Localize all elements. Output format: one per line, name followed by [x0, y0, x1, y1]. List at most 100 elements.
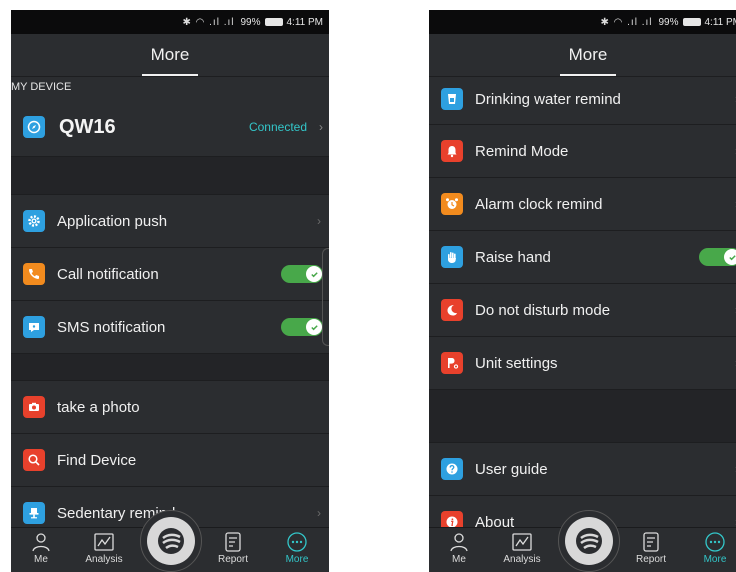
item-drinking-water[interactable]: Drinking water remind › — [429, 74, 736, 125]
battery-icon — [264, 18, 283, 26]
battery-icon — [682, 18, 701, 26]
person-icon — [450, 533, 468, 552]
device-row[interactable]: QW16 Connected › — [11, 98, 329, 157]
section-divider — [429, 390, 736, 443]
tab-me[interactable]: Me — [429, 531, 489, 565]
chevron-right-icon: › — [317, 506, 321, 520]
item-label: Remind Mode — [475, 142, 569, 160]
item-unit-settings[interactable]: Unit settings › — [429, 337, 736, 390]
search-icon — [23, 449, 45, 471]
tab-label: Analysis — [503, 554, 541, 565]
item-label: Alarm clock remind — [475, 195, 603, 213]
check-icon — [306, 319, 322, 335]
tab-analysis[interactable]: Analysis — [74, 531, 134, 565]
item-label: Do not disturb mode — [475, 301, 611, 319]
page-title: More — [150, 45, 190, 64]
tab-label: Report — [635, 554, 666, 565]
item-label: Find Device — [57, 451, 137, 469]
device-name: QW16 — [59, 115, 116, 138]
gear-icon — [23, 210, 45, 232]
tab-me[interactable]: Me — [11, 531, 71, 565]
report-icon — [643, 532, 659, 552]
page-title: More — [568, 45, 608, 64]
more-icon — [705, 532, 725, 552]
header: More — [11, 34, 329, 77]
item-label: Call notification — [57, 265, 159, 283]
tab-report[interactable]: Report — [203, 531, 263, 565]
hand-icon — [441, 246, 463, 268]
header: More — [429, 34, 736, 77]
check-icon — [306, 266, 322, 282]
compass-icon — [23, 116, 45, 138]
clock: 4:11 PM — [286, 16, 324, 28]
item-raise-hand: Raise hand — [429, 231, 736, 284]
tab-label: Me — [452, 554, 466, 565]
status-bar: ✱ ◠ .ıl .ıl 99% 4:11 PM — [429, 10, 736, 34]
tab-more[interactable]: More — [267, 531, 327, 565]
phone-screen-right: ✱ ◠ .ıl .ıl 99% 4:11 PM More Drinking wa… — [429, 10, 736, 572]
message-icon — [23, 316, 45, 338]
item-do-not-disturb[interactable]: Do not disturb mode › — [429, 284, 736, 337]
center-sync-button[interactable] — [140, 510, 202, 572]
item-remind-mode[interactable]: Remind Mode › — [429, 125, 736, 178]
chair-icon — [23, 502, 45, 524]
report-icon — [225, 532, 241, 552]
brand-logo-icon — [565, 517, 613, 565]
battery-percent: 99% — [240, 16, 261, 28]
item-label: Drinking water remind — [475, 90, 621, 108]
chart-icon — [512, 533, 532, 551]
cup-icon — [441, 88, 463, 110]
item-alarm-clock[interactable]: Alarm clock remind › — [429, 178, 736, 231]
item-label: User guide — [475, 460, 548, 478]
item-label: Application push — [57, 212, 168, 230]
item-sms-notification: SMS notification — [11, 301, 329, 354]
item-user-guide[interactable]: User guide › — [429, 443, 736, 496]
item-take-photo[interactable]: take a photo — [11, 381, 329, 434]
tab-label: Report — [217, 554, 248, 565]
item-label: SMS notification — [57, 318, 166, 336]
item-application-push[interactable]: Application push › — [11, 195, 329, 248]
signal-icon: ✱ ◠ .ıl .ıl — [600, 16, 653, 28]
sms-notification-toggle[interactable] — [281, 318, 323, 336]
tab-label: Analysis — [85, 554, 123, 565]
call-notification-toggle[interactable] — [281, 265, 323, 283]
item-label: Unit settings — [475, 354, 558, 372]
tab-label: More — [703, 554, 727, 565]
connection-status: Connected — [248, 120, 307, 134]
chart-icon — [94, 533, 114, 551]
clock: 4:11 PM — [704, 16, 736, 28]
center-sync-button[interactable] — [558, 510, 620, 572]
signal-icon: ✱ ◠ .ıl .ıl — [182, 16, 235, 28]
bottom-tab-bar: Me Analysis Report More — [429, 510, 736, 572]
check-icon — [724, 249, 736, 265]
edge-handle[interactable] — [322, 248, 329, 346]
section-divider — [11, 157, 329, 195]
tab-analysis[interactable]: Analysis — [492, 531, 552, 565]
section-label-my-device: MY DEVICE — [11, 81, 72, 93]
brand-logo-icon — [147, 517, 195, 565]
tab-label: Me — [34, 554, 48, 565]
status-bar: ✱ ◠ .ıl .ıl 99% 4:11 PM — [11, 10, 329, 34]
section-divider — [11, 354, 329, 381]
camera-icon — [23, 396, 45, 418]
tab-more[interactable]: More — [685, 531, 736, 565]
item-label: take a photo — [57, 398, 140, 416]
battery-percent: 99% — [658, 16, 679, 28]
raise-hand-toggle[interactable] — [699, 248, 736, 266]
unit-icon — [441, 352, 463, 374]
item-find-device[interactable]: Find Device — [11, 434, 329, 487]
bottom-tab-bar: Me Analysis Report More — [11, 510, 329, 572]
phone-icon — [23, 263, 45, 285]
item-call-notification: Call notification — [11, 248, 329, 301]
chevron-right-icon: › — [319, 120, 323, 134]
chevron-right-icon: › — [317, 214, 321, 228]
moon-icon — [441, 299, 463, 321]
alarm-icon — [441, 193, 463, 215]
item-label: Raise hand — [475, 248, 551, 266]
person-icon — [32, 533, 50, 552]
tab-report[interactable]: Report — [621, 531, 681, 565]
bell-icon — [441, 140, 463, 162]
phone-screen-left: ✱ ◠ .ıl .ıl 99% 4:11 PM More MY DEVICE Q… — [11, 10, 329, 572]
tab-label: More — [285, 554, 309, 565]
question-icon — [441, 458, 463, 480]
